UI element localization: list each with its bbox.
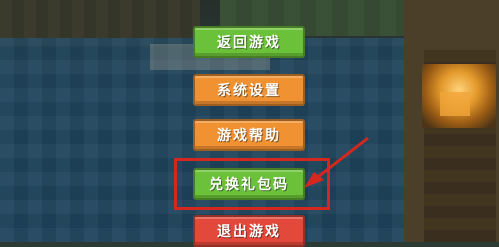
exit-game-button[interactable]: 退出游戏 — [193, 215, 305, 247]
torch-pillar — [404, 0, 499, 242]
return-game-button[interactable]: 返回游戏 — [193, 26, 305, 58]
torch-flame — [440, 92, 470, 116]
arrow-icon — [304, 136, 369, 188]
game-help-button[interactable]: 游戏帮助 — [193, 119, 305, 151]
system-settings-button[interactable]: 系统设置 — [193, 74, 305, 106]
